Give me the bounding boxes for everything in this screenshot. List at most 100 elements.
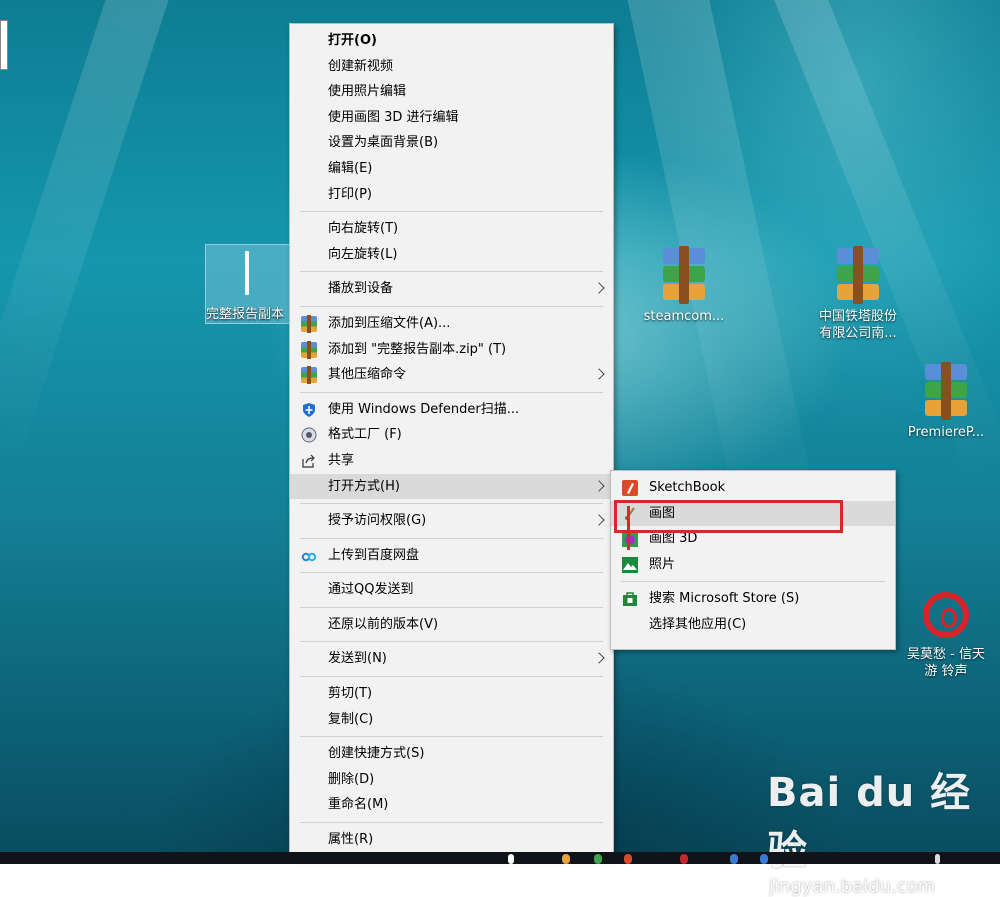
menu-separator xyxy=(300,822,603,824)
menu-item-12-0[interactable]: 属性(R) xyxy=(290,827,613,853)
menu-separator xyxy=(300,305,603,307)
menu-item-0-3[interactable]: 使用画图 3D 进行编辑 xyxy=(290,105,613,131)
menu-item-3-1[interactable]: 添加到 "完整报告副本.zip" (T) xyxy=(290,337,613,363)
menu-item-label: 通过QQ发送到 xyxy=(328,582,414,598)
watermark-url: jingyan.baidu.com xyxy=(769,876,936,897)
desktop-icon-label: 中国铁塔股份 有限公司南... xyxy=(818,309,897,341)
tray-icon[interactable] xyxy=(680,854,688,864)
open-with-item-label: SketchBook xyxy=(649,480,726,495)
desktop-icon-label: 吴莫愁 - 信天 游 铃声 xyxy=(907,647,985,679)
menu-item-6-0[interactable]: 上传到百度网盘 xyxy=(290,543,613,569)
menu-separator xyxy=(300,271,603,273)
menu-item-4-2[interactable]: 共享 xyxy=(290,448,613,474)
paint-3d-icon xyxy=(622,531,638,548)
tray-icon[interactable] xyxy=(935,854,940,864)
menu-item-4-0[interactable]: 使用 Windows Defender扫描... xyxy=(290,397,613,423)
tray-icon[interactable] xyxy=(624,854,632,864)
menu-item-label: 其他压缩命令 xyxy=(328,367,407,383)
open-with-item-label: 画图 3D xyxy=(649,531,698,547)
open-with-store-item-0[interactable]: 搜索 Microsoft Store (S) xyxy=(611,586,895,612)
menu-separator xyxy=(300,676,603,678)
menu-separator xyxy=(300,391,603,393)
chevron-right-icon xyxy=(593,514,605,526)
desktop-icon-tower[interactable]: 中国铁塔股份 有限公司南... xyxy=(810,246,906,342)
menu-item-0-0[interactable]: 打开(O) xyxy=(290,28,613,54)
menu-item-label: 共享 xyxy=(328,452,355,468)
open-with-store-item-1[interactable]: 选择其他应用(C) xyxy=(611,612,895,638)
menu-item-7-0[interactable]: 通过QQ发送到 xyxy=(290,577,613,603)
chevron-right-icon xyxy=(593,368,605,380)
open-with-item-label: 选择其他应用(C) xyxy=(649,616,747,632)
menu-item-0-1[interactable]: 创建新视频 xyxy=(290,54,613,80)
menu-item-label: 打开(O) xyxy=(328,33,377,48)
menu-item-label: 复制(C) xyxy=(328,711,374,727)
winrar-icon xyxy=(301,366,317,385)
menu-separator xyxy=(300,572,603,574)
menu-separator xyxy=(300,537,603,539)
menu-item-9-0[interactable]: 发送到(N) xyxy=(290,646,613,672)
menu-separator xyxy=(621,581,885,583)
menu-item-label: 上传到百度网盘 xyxy=(328,547,420,563)
menu-item-label: 还原以前的版本(V) xyxy=(328,616,439,632)
winrar-icon xyxy=(301,340,317,359)
format-factory-icon xyxy=(301,427,317,443)
menu-item-label: 剪切(T) xyxy=(328,686,373,702)
menu-item-2-0[interactable]: 播放到设备 xyxy=(290,276,613,302)
taskbar xyxy=(0,852,1000,864)
menu-item-11-0[interactable]: 创建快捷方式(S) xyxy=(290,741,613,767)
menu-item-1-0[interactable]: 向右旋转(T) xyxy=(290,216,613,242)
menu-item-8-0[interactable]: 还原以前的版本(V) xyxy=(290,612,613,638)
menu-item-1-1[interactable]: 向左旋转(L) xyxy=(290,242,613,268)
menu-separator xyxy=(300,606,603,608)
menu-item-label: 向左旋转(L) xyxy=(328,246,398,262)
winrar-archive-icon xyxy=(921,362,971,420)
selected-file-icon[interactable]: 完整报告副本 xyxy=(205,244,293,324)
open-with-item-3[interactable]: 照片 xyxy=(611,552,895,578)
menu-item-label: 发送到(N) xyxy=(328,651,387,667)
chevron-right-icon xyxy=(593,652,605,665)
open-with-item-label: 照片 xyxy=(649,556,676,572)
winrar-icon xyxy=(301,314,317,333)
menu-item-0-6[interactable]: 打印(P) xyxy=(290,182,613,208)
desktop-icon-music[interactable]: 吴莫愁 - 信天 游 铃声 xyxy=(898,592,994,680)
tray-icon[interactable] xyxy=(508,854,514,864)
menu-item-label: 使用画图 3D 进行编辑 xyxy=(328,109,459,125)
menu-item-3-2[interactable]: 其他压缩命令 xyxy=(290,362,613,388)
menu-item-3-0[interactable]: 添加到压缩文件(A)... xyxy=(290,311,613,337)
winrar-archive-icon xyxy=(833,246,883,304)
context-menu: 打开(O) 创建新视频使用照片编辑使用画图 3D 进行编辑设置为桌面背景(B) 编辑… xyxy=(289,23,614,858)
menu-item-label: 删除(D) xyxy=(328,771,375,787)
tray-icon[interactable] xyxy=(760,854,768,864)
menu-item-5-0[interactable]: 授予访问权限(G) xyxy=(290,508,613,534)
menu-item-4-1[interactable]: 格式工厂 (F) xyxy=(290,422,613,448)
desktop-icon-steam[interactable]: steamcom... xyxy=(636,246,732,325)
menu-separator xyxy=(300,641,603,643)
partial-file-icon[interactable] xyxy=(0,20,8,70)
open-with-submenu: SketchBook 画图 画图 3D 照片 搜索 Microsoft Store (S… xyxy=(610,470,896,650)
chevron-right-icon xyxy=(593,282,605,295)
menu-item-0-5[interactable]: 编辑(E) xyxy=(290,156,613,182)
menu-separator xyxy=(300,736,603,738)
microsoft-store-icon xyxy=(622,591,638,607)
tray-icon[interactable] xyxy=(730,854,738,864)
tray-icon[interactable] xyxy=(562,854,570,864)
photos-icon xyxy=(622,556,638,573)
winrar-archive-icon xyxy=(659,246,709,304)
netease-music-icon xyxy=(923,592,969,638)
menu-item-10-0[interactable]: 剪切(T) xyxy=(290,681,613,707)
menu-item-4-3[interactable]: 打开方式(H) xyxy=(290,473,613,500)
desktop-icon-premiere[interactable]: PremiereP... xyxy=(898,362,994,441)
menu-item-label: 创建快捷方式(S) xyxy=(328,746,425,762)
open-with-item-0[interactable]: SketchBook xyxy=(611,475,895,501)
chevron-right-icon xyxy=(593,479,605,492)
menu-item-label: 创建新视频 xyxy=(328,58,394,74)
menu-item-0-4[interactable]: 设置为桌面背景(B) xyxy=(290,130,613,156)
menu-item-0-2[interactable]: 使用照片编辑 xyxy=(290,79,613,105)
menu-item-11-1[interactable]: 删除(D) xyxy=(290,767,613,793)
image-file-icon xyxy=(245,251,249,295)
tray-icon[interactable] xyxy=(594,854,602,864)
menu-item-11-2[interactable]: 重命名(M) xyxy=(290,792,613,818)
annotation-pointer xyxy=(627,506,630,550)
menu-item-label: 授予访问权限(G) xyxy=(328,513,427,529)
menu-item-10-1[interactable]: 复制(C) xyxy=(290,707,613,733)
